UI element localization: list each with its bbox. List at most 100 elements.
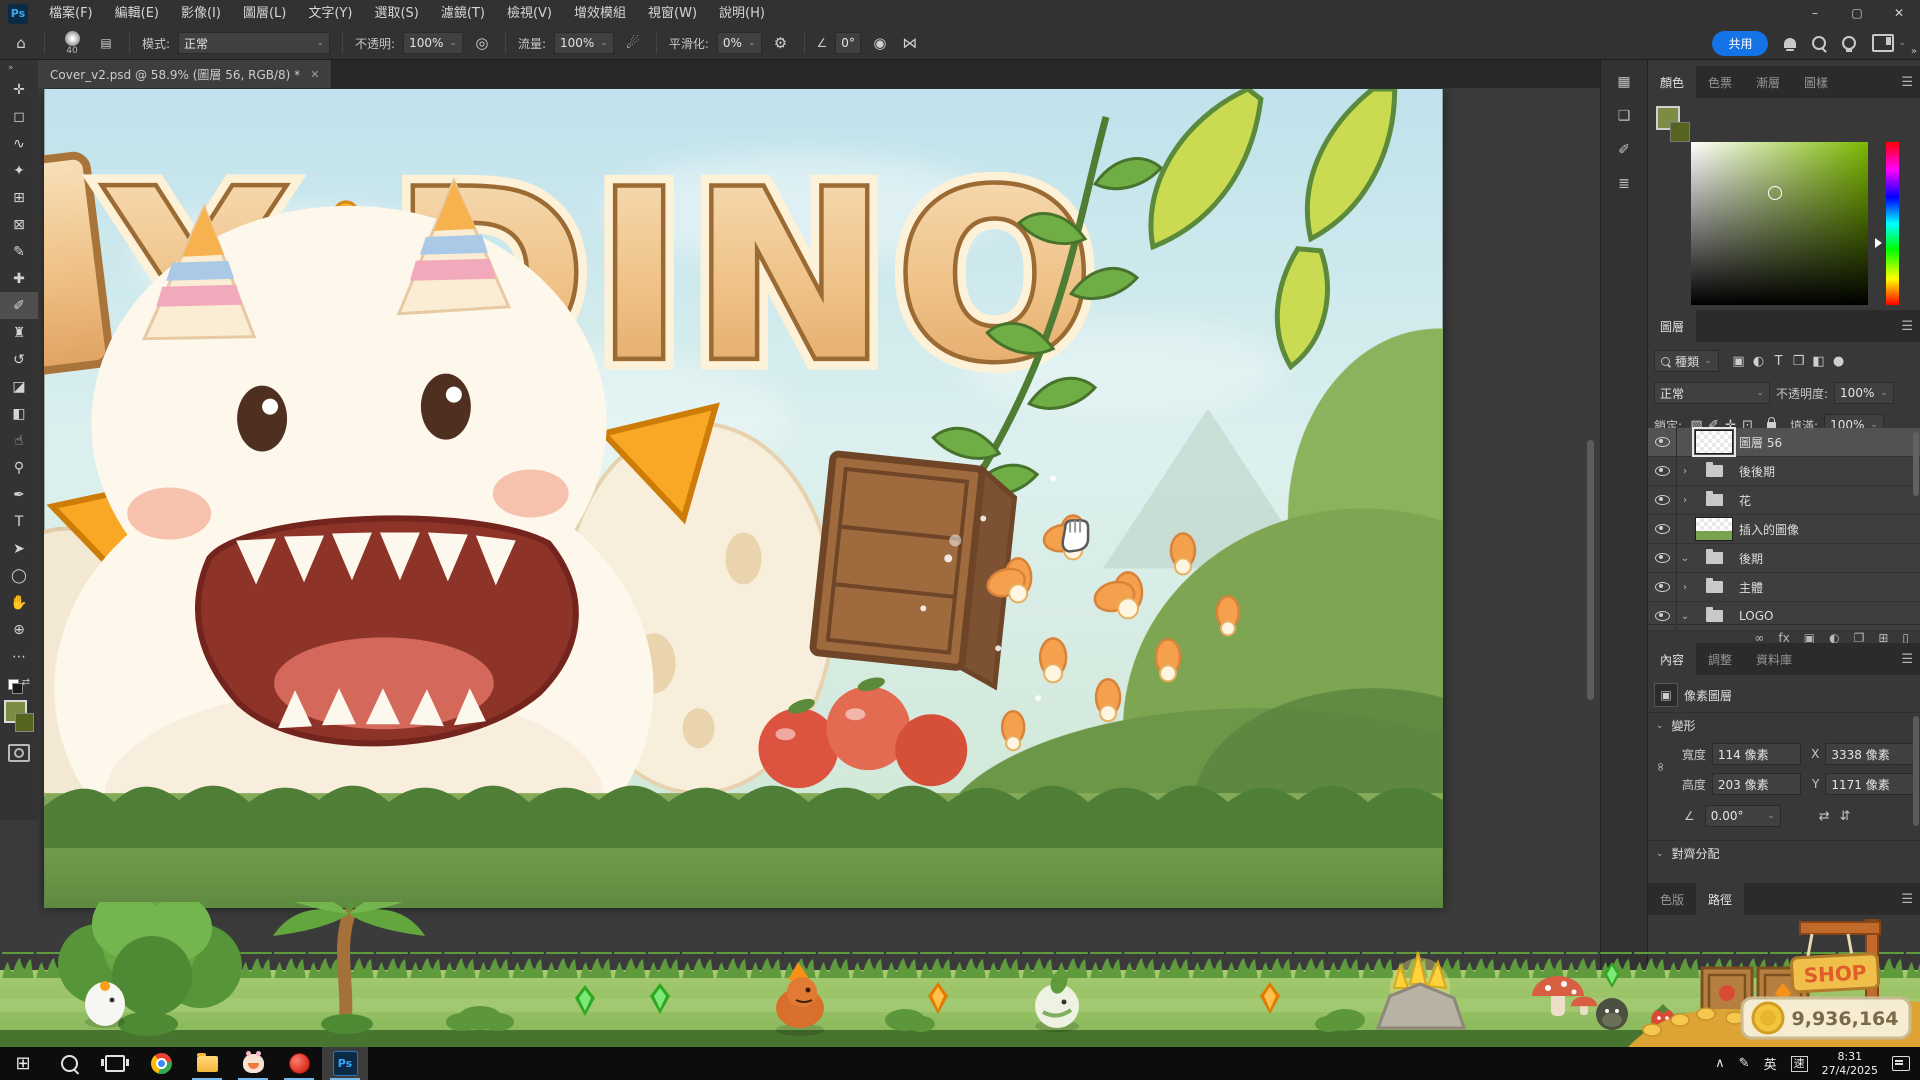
path-select-tool[interactable]: ➤	[0, 535, 38, 562]
pen-input-icon[interactable]: ✎	[1739, 1056, 1750, 1071]
layer-filter-dropdown[interactable]: 種類 ⌄	[1654, 350, 1719, 372]
layer-row[interactable]: 圖層 56	[1648, 428, 1920, 457]
menu-item[interactable]: 檢視(V)	[496, 0, 563, 27]
panel-tab[interactable]: 色票	[1696, 66, 1744, 98]
menu-item[interactable]: 增效模組	[563, 0, 637, 27]
y-input[interactable]: 1171 像素	[1825, 773, 1915, 795]
layer-list-scrollbar[interactable]	[1913, 432, 1919, 496]
color-picker-cursor[interactable]	[1768, 186, 1782, 200]
panel-menu-icon[interactable]: ☰	[1901, 66, 1920, 98]
brush-preset-picker[interactable]: 40	[57, 31, 87, 56]
pressure-size-icon[interactable]: ◉	[869, 34, 891, 52]
panel-menu-icon[interactable]: ☰	[1901, 883, 1920, 915]
hue-slider[interactable]	[1886, 142, 1899, 305]
eraser-tool[interactable]: ◪	[0, 373, 38, 400]
visibility-toggle[interactable]	[1648, 457, 1677, 485]
opacity-input[interactable]: 100%⌄	[403, 32, 463, 54]
notifications-bell-icon[interactable]	[1784, 38, 1796, 48]
menu-item[interactable]: 濾鏡(T)	[430, 0, 496, 27]
layer-row[interactable]: ⌄ 後期	[1648, 544, 1920, 573]
layer-name[interactable]: 圖層 56	[1735, 434, 1782, 451]
ime-language-indicator[interactable]: 英	[1764, 1054, 1777, 1073]
brush-angle-input[interactable]: 0°	[835, 32, 861, 54]
foreground-background-swatches[interactable]	[4, 700, 34, 732]
menu-item[interactable]: 選取(S)	[363, 0, 429, 27]
background-color-swatch[interactable]	[1670, 122, 1690, 142]
brush-tool[interactable]: ✐	[0, 292, 38, 319]
properties-scrollbar[interactable]	[1913, 716, 1919, 826]
crop-tool[interactable]: ⊞	[0, 184, 38, 211]
transform-section-header[interactable]: ⌄ 變形	[1648, 712, 1920, 738]
search-icon[interactable]	[1812, 36, 1826, 50]
frame-tool[interactable]: ⊠	[0, 211, 38, 238]
expand-arrow-icon[interactable]: ›	[1677, 466, 1693, 477]
taskbar-search-button[interactable]	[46, 1047, 92, 1080]
comments-panel-icon[interactable]: ❑	[1618, 108, 1631, 124]
tray-expand-icon[interactable]: ∧	[1715, 1056, 1725, 1071]
rotation-input[interactable]: 0.00°⌄	[1705, 805, 1781, 827]
hand-tool[interactable]: ✋	[0, 589, 38, 616]
zoom-tool[interactable]: ⊕	[0, 616, 38, 643]
menu-item[interactable]: 圖層(L)	[232, 0, 297, 27]
marquee-tool[interactable]: ◻	[0, 103, 38, 130]
hue-slider-arrow[interactable]	[1875, 238, 1887, 248]
healing-brush-tool[interactable]: ✚	[0, 265, 38, 292]
layer-blend-mode-dropdown[interactable]: 正常⌄	[1654, 382, 1770, 404]
history-panel-icon[interactable]: ▦	[1617, 74, 1630, 90]
quick-mask-icon[interactable]	[8, 744, 30, 762]
visibility-toggle[interactable]	[1648, 486, 1677, 514]
smudge-tool[interactable]: ☝	[0, 427, 38, 454]
layer-row[interactable]: 插入的圖像	[1648, 515, 1920, 544]
expand-arrow-icon[interactable]: ⌄	[1677, 553, 1693, 564]
discover-lightbulb-icon[interactable]	[1842, 36, 1856, 50]
edit-toolbar[interactable]: ⋯	[0, 643, 38, 670]
panel-options-icon[interactable]: ≣	[1618, 176, 1630, 192]
panel-menu-icon[interactable]: ☰	[1901, 643, 1920, 675]
panel-tab[interactable]: 圖樣	[1792, 66, 1840, 98]
lasso-tool[interactable]: ∿	[0, 130, 38, 157]
filter-adjustment-icon[interactable]: ◐	[1749, 354, 1769, 369]
x-input[interactable]: 3338 像素	[1825, 743, 1915, 765]
panel-tab[interactable]: 內容	[1648, 643, 1696, 675]
panel-tab[interactable]: 路徑	[1696, 883, 1744, 915]
menu-item[interactable]: 影像(I)	[170, 0, 232, 27]
canvas-artwork[interactable]: Y Y DINO DINO	[44, 89, 1443, 908]
menu-item[interactable]: 檔案(F)	[38, 0, 104, 27]
home-icon[interactable]: ⌂	[10, 34, 32, 52]
flow-input[interactable]: 100%⌄	[554, 32, 614, 54]
flip-horizontal-icon[interactable]: ⇄	[1819, 809, 1830, 824]
panel-tab[interactable]: 色版	[1648, 883, 1696, 915]
layer-name[interactable]: 花	[1735, 492, 1751, 509]
expand-arrow-icon[interactable]: ›	[1677, 495, 1693, 506]
blend-mode-dropdown[interactable]: 正常⌄	[178, 32, 330, 54]
taskbar-file-explorer[interactable]	[184, 1047, 230, 1080]
align-section-header[interactable]: ⌄ 對齊分配	[1648, 840, 1920, 866]
gradient-tool[interactable]: ◧	[0, 400, 38, 427]
filter-shape-icon[interactable]: ❒	[1789, 354, 1809, 369]
task-view-button[interactable]	[92, 1047, 138, 1080]
brush-settings-toggle-icon[interactable]: ▤	[95, 36, 117, 50]
pressure-opacity-icon[interactable]: ◎	[471, 34, 493, 52]
panel-tab[interactable]: 調整	[1696, 643, 1744, 675]
pen-tool[interactable]: ✒	[0, 481, 38, 508]
layer-name[interactable]: 主體	[1735, 579, 1763, 596]
layer-name[interactable]: 後後期	[1735, 463, 1775, 480]
layer-row[interactable]: › 後後期	[1648, 457, 1920, 486]
window-control-button[interactable]: –	[1794, 0, 1836, 27]
taskbar-screen-recorder[interactable]	[276, 1047, 322, 1080]
document-tab[interactable]: Cover_v2.psd @ 58.9% (圖層 56, RGB/8) * ✕	[38, 60, 332, 88]
panel-tab[interactable]: 漸層	[1744, 66, 1792, 98]
window-control-button[interactable]: ✕	[1878, 0, 1920, 27]
magic-wand-tool[interactable]: ✦	[0, 157, 38, 184]
filter-smart-icon[interactable]: ◧	[1809, 354, 1829, 369]
layer-name[interactable]: LOGO	[1735, 609, 1773, 623]
symmetry-icon[interactable]: ⋈	[899, 34, 921, 52]
menu-item[interactable]: 說明(H)	[708, 0, 776, 27]
flip-vertical-icon[interactable]: ⇵	[1840, 809, 1851, 824]
airbrush-icon[interactable]: ☄	[622, 34, 644, 52]
brushes-panel-icon[interactable]: ✐	[1618, 142, 1630, 158]
filter-pixel-icon[interactable]: ▣	[1729, 354, 1749, 369]
share-button[interactable]: 共用	[1712, 31, 1768, 56]
workspace-switcher[interactable]: ⌄	[1872, 34, 1906, 52]
clone-stamp-tool[interactable]: ♜	[0, 319, 38, 346]
